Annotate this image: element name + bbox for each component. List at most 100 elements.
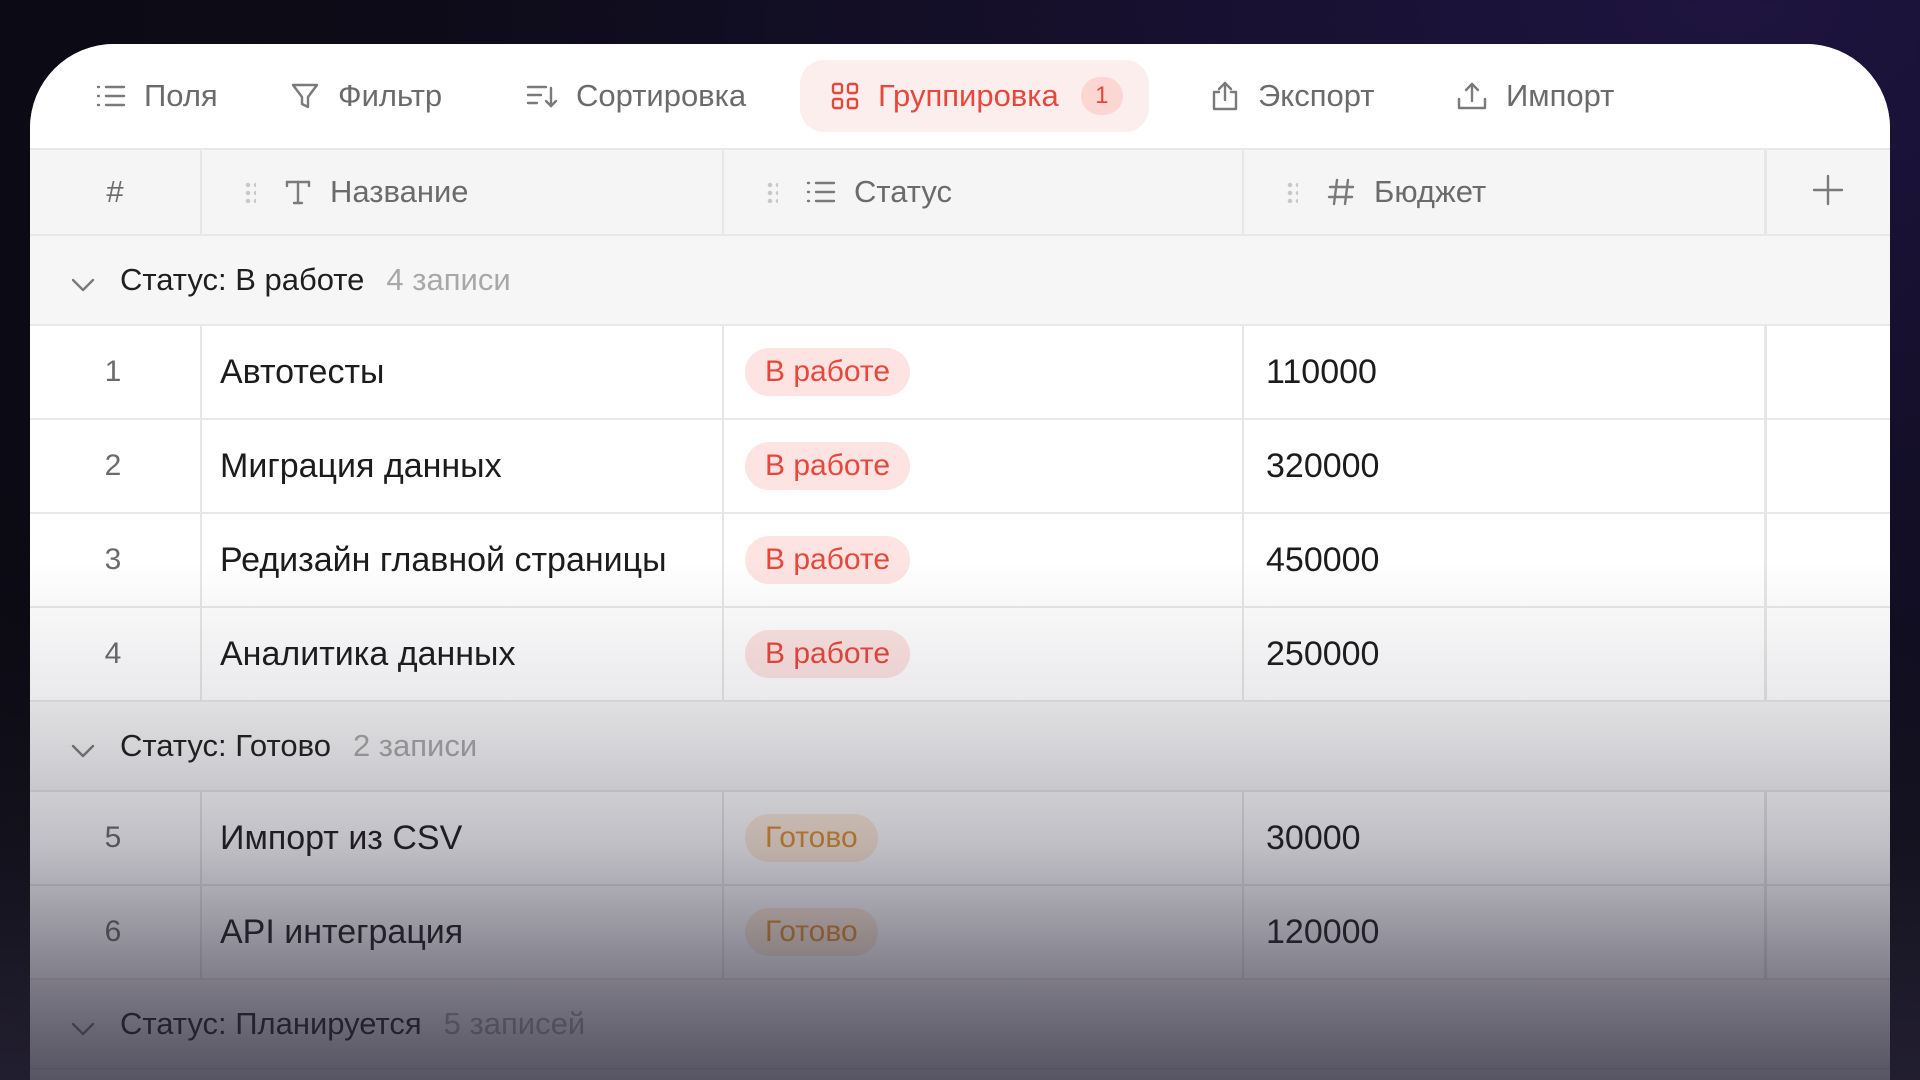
column-divider bbox=[1242, 792, 1244, 884]
column-divider bbox=[1764, 420, 1767, 512]
column-divider bbox=[722, 608, 724, 700]
status-badge: В работе bbox=[745, 536, 911, 584]
row-status[interactable]: В работе bbox=[745, 326, 1245, 418]
group-record-count: 2 записи bbox=[352, 728, 478, 763]
drag-handle-icon[interactable] bbox=[766, 181, 778, 203]
table-row[interactable]: 6 API интеграция Готово 120000 bbox=[30, 886, 1890, 980]
chevron-down-icon[interactable] bbox=[70, 1010, 96, 1046]
grid-icon bbox=[830, 81, 860, 111]
drag-handle-icon[interactable] bbox=[244, 181, 256, 203]
table-row[interactable]: 4 Аналитика данных В работе 250000 bbox=[30, 608, 1890, 702]
group-title: Статус: В работе 4 записи bbox=[120, 262, 511, 298]
list-icon bbox=[806, 179, 836, 205]
status-badge: Готово bbox=[745, 814, 878, 862]
row-budget[interactable]: 110000 bbox=[1266, 326, 1766, 418]
row-status[interactable]: В работе bbox=[745, 608, 1245, 700]
plus-icon bbox=[1811, 173, 1845, 212]
status-badge: В работе bbox=[745, 348, 911, 396]
group-header-in-progress[interactable]: Статус: В работе 4 записи bbox=[30, 236, 1890, 326]
group-record-count: 4 записи bbox=[386, 262, 511, 297]
toolbar: Поля Фильтр Сортировка Группировка 1 Экс… bbox=[30, 44, 1890, 148]
export-button[interactable]: Экспорт bbox=[1210, 60, 1374, 132]
row-status[interactable]: В работе bbox=[745, 420, 1245, 512]
column-divider bbox=[1764, 886, 1767, 978]
chevron-down-icon[interactable] bbox=[70, 266, 96, 302]
row-budget[interactable]: 120000 bbox=[1266, 886, 1766, 978]
column-divider bbox=[1242, 514, 1244, 606]
column-divider bbox=[722, 326, 724, 418]
header-budget-label: Бюджет bbox=[1374, 174, 1487, 209]
row-status[interactable]: В работе bbox=[745, 514, 1245, 606]
header-index: # bbox=[30, 150, 200, 234]
column-divider bbox=[200, 608, 202, 700]
row-budget[interactable]: 250000 bbox=[1266, 608, 1766, 700]
table-row[interactable]: 5 Импорт из CSV Готово 30000 bbox=[30, 792, 1890, 886]
hash-icon bbox=[1326, 177, 1356, 207]
column-divider bbox=[1242, 886, 1244, 978]
sort-button[interactable]: Сортировка bbox=[526, 60, 746, 132]
group-title-text: Статус: Планируется bbox=[120, 1006, 422, 1041]
table-header: # Название Статус Бюджет bbox=[30, 148, 1890, 236]
group-title: Статус: Готово 2 записи bbox=[120, 728, 477, 764]
fields-button[interactable]: Поля bbox=[96, 60, 218, 132]
filter-label: Фильтр bbox=[338, 78, 443, 113]
import-button[interactable]: Импорт bbox=[1456, 60, 1614, 132]
column-divider bbox=[722, 514, 724, 606]
group-header-done[interactable]: Статус: Готово 2 записи bbox=[30, 702, 1890, 792]
funnel-icon bbox=[290, 81, 320, 111]
export-icon bbox=[1210, 80, 1240, 112]
column-divider bbox=[722, 150, 724, 234]
header-budget[interactable]: Бюджет bbox=[1286, 150, 1486, 234]
table-row[interactable]: 1 Автотесты В работе 110000 bbox=[30, 326, 1890, 420]
header-index-label: # bbox=[106, 174, 124, 209]
row-status[interactable]: Готово bbox=[745, 792, 1245, 884]
column-divider bbox=[200, 792, 202, 884]
column-divider bbox=[1764, 514, 1767, 606]
row-name[interactable]: Аналитика данных bbox=[220, 608, 750, 700]
export-label: Экспорт bbox=[1258, 78, 1375, 113]
list-icon bbox=[96, 83, 126, 109]
column-divider bbox=[1242, 608, 1244, 700]
group-title-text: Статус: Готово bbox=[120, 728, 331, 763]
row-name[interactable]: Редизайн главной страницы bbox=[220, 514, 750, 606]
header-status-label: Статус bbox=[854, 174, 952, 209]
row-number: 6 bbox=[104, 915, 122, 948]
group-title: Статус: Планируется 5 записей bbox=[120, 1006, 585, 1042]
chevron-down-icon[interactable] bbox=[70, 732, 96, 768]
status-badge: Готово bbox=[745, 908, 878, 956]
column-divider bbox=[200, 886, 202, 978]
import-icon bbox=[1456, 81, 1488, 111]
column-divider bbox=[1764, 326, 1767, 418]
table-row[interactable]: 2 Миграция данных В работе 320000 bbox=[30, 420, 1890, 514]
row-name[interactable]: Автотесты bbox=[220, 326, 750, 418]
group-record-count: 5 записей bbox=[443, 1006, 586, 1041]
text-type-icon bbox=[284, 178, 312, 206]
sort-icon bbox=[526, 82, 558, 110]
column-divider bbox=[1242, 150, 1244, 234]
column-divider bbox=[1764, 792, 1767, 884]
group-header-planned[interactable]: Статус: Планируется 5 записей bbox=[30, 980, 1890, 1070]
status-badge: В работе bbox=[745, 630, 911, 678]
row-budget[interactable]: 320000 bbox=[1266, 420, 1766, 512]
column-divider bbox=[722, 886, 724, 978]
header-name[interactable]: Название bbox=[244, 150, 469, 234]
table-row[interactable]: 3 Редизайн главной страницы В работе 450… bbox=[30, 514, 1890, 608]
row-budget[interactable]: 30000 bbox=[1266, 792, 1766, 884]
group-button[interactable]: Группировка 1 bbox=[800, 60, 1149, 132]
header-status[interactable]: Статус bbox=[766, 150, 952, 234]
column-divider bbox=[722, 792, 724, 884]
header-name-label: Название bbox=[330, 174, 469, 209]
column-divider bbox=[1242, 326, 1244, 418]
drag-handle-icon[interactable] bbox=[1286, 181, 1298, 203]
row-budget[interactable]: 450000 bbox=[1266, 514, 1766, 606]
row-number: 2 bbox=[104, 449, 122, 482]
row-name[interactable]: Миграция данных bbox=[220, 420, 750, 512]
filter-button[interactable]: Фильтр bbox=[290, 60, 442, 132]
row-name[interactable]: Импорт из CSV bbox=[220, 792, 750, 884]
row-status[interactable]: Готово bbox=[745, 886, 1245, 978]
column-divider bbox=[200, 420, 202, 512]
add-column-button[interactable] bbox=[1766, 150, 1890, 234]
row-name[interactable]: API интеграция bbox=[220, 886, 750, 978]
sort-label: Сортировка bbox=[576, 78, 747, 113]
table-window: Поля Фильтр Сортировка Группировка 1 Экс… bbox=[30, 44, 1890, 1080]
